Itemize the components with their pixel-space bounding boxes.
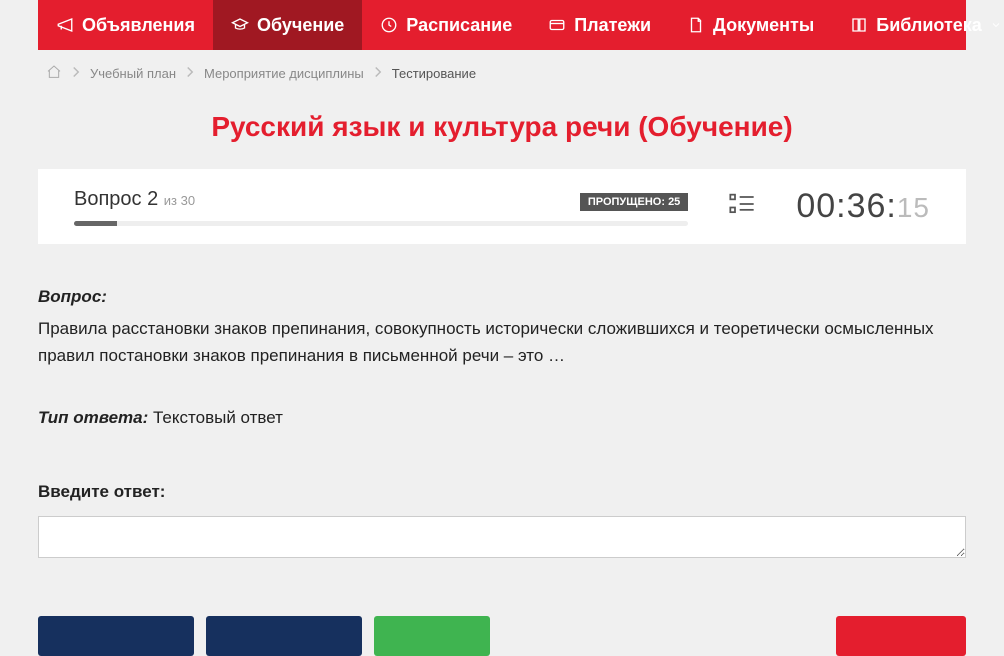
nav-label: Обучение [257,15,344,36]
question-content: Вопрос: Правила расстановки знаков препи… [8,244,996,586]
breadcrumb-current: Тестирование [392,66,476,81]
book-icon [850,16,868,34]
question-number-label: Вопрос 2 [74,188,164,210]
breadcrumb-plan[interactable]: Учебный план [90,66,176,81]
nav-label: Документы [713,15,814,36]
home-icon[interactable] [46,64,62,83]
nav-announcements[interactable]: Объявления [38,0,213,50]
skip-button[interactable] [206,616,362,656]
breadcrumb: Учебный план Мероприятие дисциплины Тест… [8,50,996,97]
timer-main: 00:36: [796,187,897,225]
megaphone-icon [56,16,74,34]
clock-icon [380,16,398,34]
answer-button[interactable] [374,616,490,656]
nav-learning[interactable]: Обучение [213,0,362,50]
nav-label: Платежи [574,15,651,36]
status-bar: Вопрос 2 из 30 ПРОПУЩЕНО: 25 [38,169,966,244]
top-nav: Объявления Обучение Расписание Платежи Д… [38,0,966,50]
card-icon [548,16,566,34]
graduation-icon [231,16,249,34]
breadcrumb-event[interactable]: Мероприятие дисциплины [204,66,364,81]
answer-textarea[interactable] [38,516,966,558]
timer-seconds: 15 [897,192,930,223]
question-heading: Вопрос: [38,284,966,310]
answer-type: Тип ответа: Текстовый ответ [38,405,966,431]
chevron-right-icon [72,66,80,81]
nav-schedule[interactable]: Расписание [362,0,530,50]
question-total: из 30 [164,193,195,208]
question-progress: Вопрос 2 из 30 ПРОПУЩЕНО: 25 [74,188,688,226]
page-title: Русский язык и культура речи (Обучение) [8,111,996,143]
timer: 00:36:15 [796,187,930,226]
progress-bar [74,221,688,226]
answer-type-value: Текстовый ответ [153,408,283,427]
question-list-icon[interactable] [728,190,756,223]
nav-documents[interactable]: Документы [669,0,832,50]
chevron-right-icon [374,66,382,81]
answer-type-label: Тип ответа: [38,408,148,427]
action-buttons [8,586,996,656]
nav-label: Объявления [82,15,195,36]
nav-label: Расписание [406,15,512,36]
skipped-badge: ПРОПУЩЕНО: 25 [580,193,688,211]
nav-label: Библиотека [876,15,982,36]
answer-input-label: Введите ответ: [38,479,966,505]
nav-library[interactable]: Библиотека [832,0,1004,50]
chevron-down-icon [990,19,1002,31]
finish-button[interactable] [836,616,966,656]
document-icon [687,16,705,34]
prev-button[interactable] [38,616,194,656]
question-text: Правила расстановки знаков препинания, с… [38,316,966,369]
nav-payments[interactable]: Платежи [530,0,669,50]
chevron-right-icon [186,66,194,81]
progress-fill [74,221,117,226]
